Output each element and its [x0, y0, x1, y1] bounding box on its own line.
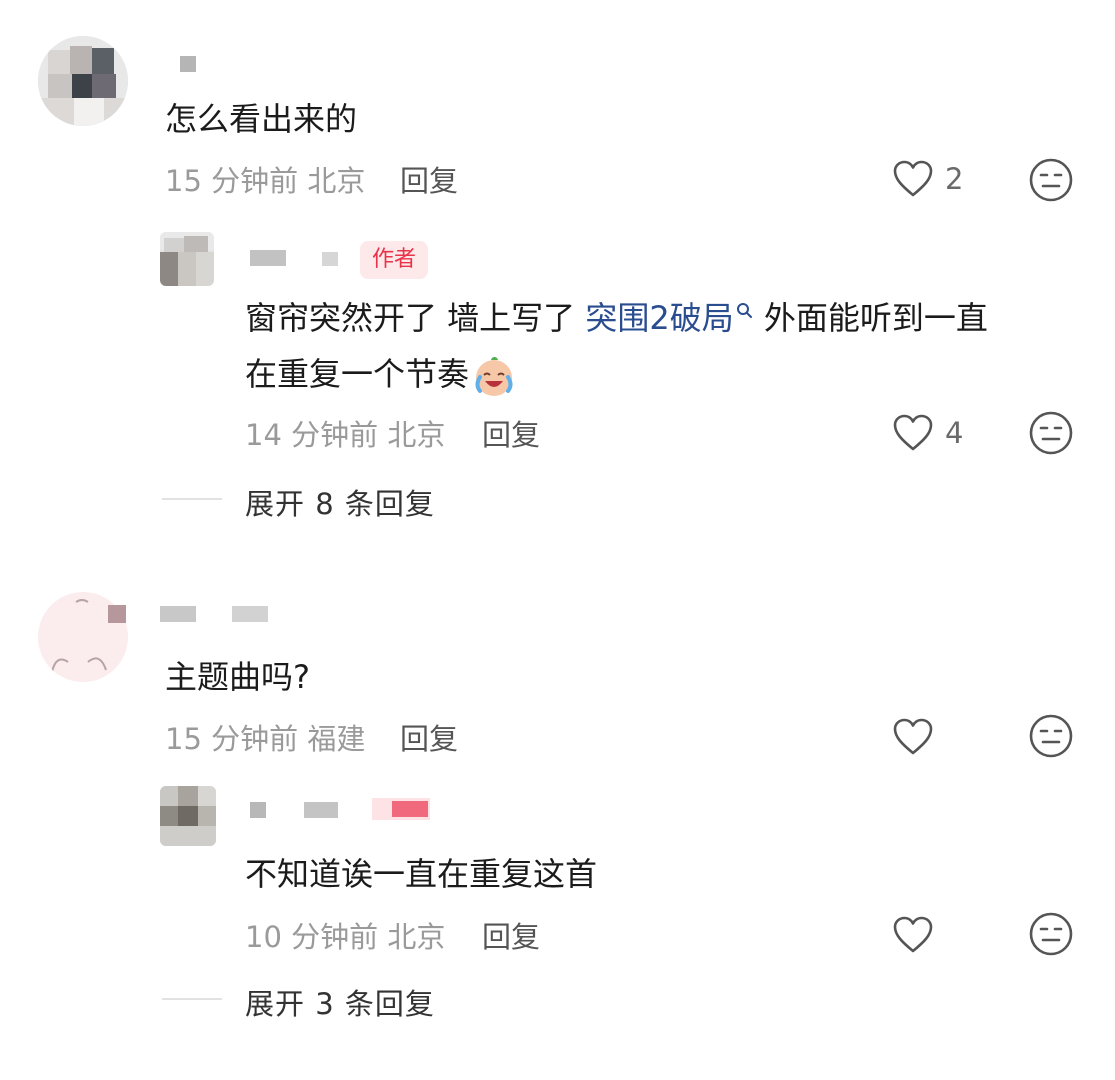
username-part	[232, 606, 268, 622]
expand-divider	[162, 998, 222, 1000]
laughing-crying-emoji	[475, 357, 513, 396]
neutral-face-icon[interactable]	[1028, 713, 1074, 759]
reply-button[interactable]: 回复	[482, 914, 540, 956]
heart-outline-icon[interactable]	[892, 916, 934, 954]
comment-meta: 15 分钟前 北京	[165, 158, 365, 200]
like-count: 4	[945, 416, 964, 450]
reply-meta: 10 分钟前 北京	[245, 914, 445, 956]
comment-location: 福建	[307, 722, 366, 756]
reply-username[interactable]	[250, 802, 266, 818]
neutral-face-icon[interactable]	[1028, 410, 1074, 456]
expand-replies-button[interactable]: 展开 8 条回复	[245, 481, 435, 523]
reply-location: 北京	[387, 920, 446, 954]
neutral-face-icon[interactable]	[1028, 157, 1074, 203]
comment-time: 15 分钟前	[165, 722, 299, 756]
comment-meta: 15 分钟前 福建	[165, 716, 365, 758]
reply-button[interactable]: 回复	[482, 412, 540, 454]
reply-username[interactable]	[250, 250, 286, 266]
search-icon[interactable]	[736, 302, 754, 320]
reply-location: 北京	[387, 418, 446, 452]
username-badge	[108, 605, 126, 623]
comment-location: 北京	[307, 164, 366, 198]
search-link-label[interactable]: 突围2破局	[585, 299, 733, 337]
reply-text-line2: 在重复一个节奏	[245, 352, 517, 399]
reply-text: 不知道诶一直在重复这首	[245, 855, 598, 893]
comment-text: 怎么看出来的	[165, 100, 358, 138]
reply-avatar[interactable]	[160, 232, 214, 286]
comment-time: 15 分钟前	[165, 164, 299, 198]
username[interactable]	[180, 56, 196, 72]
reply-button[interactable]: 回复	[400, 716, 458, 758]
heart-outline-icon[interactable]	[892, 718, 934, 756]
reply-button[interactable]: 回复	[400, 158, 458, 200]
reply-badge-inner	[392, 801, 428, 817]
reply-text-prefix: 窗帘突然开了 墙上写了	[245, 299, 586, 337]
expand-divider	[162, 498, 222, 500]
author-tag: 作者	[360, 241, 429, 279]
reply-time: 10 分钟前	[245, 920, 379, 954]
expand-replies-button[interactable]: 展开 3 条回复	[245, 981, 435, 1023]
avatar[interactable]	[38, 36, 128, 126]
username[interactable]	[160, 606, 196, 622]
heart-outline-icon[interactable]	[892, 414, 934, 452]
neutral-face-icon[interactable]	[1028, 911, 1074, 957]
reply-text-line2-content: 在重复一个节奏	[245, 355, 470, 393]
comment-text: 主题曲吗?	[165, 658, 310, 696]
reply-text-line1: 窗帘突然开了 墙上写了 突围2破局 外面能听到一直	[245, 296, 988, 340]
reply-time: 14 分钟前	[245, 418, 379, 452]
heart-outline-icon[interactable]	[892, 160, 934, 198]
reply-username-part	[322, 252, 338, 266]
reply-meta: 14 分钟前 北京	[245, 412, 445, 454]
search-link[interactable]: 突围2破局	[585, 299, 753, 337]
reply-avatar[interactable]	[160, 786, 216, 846]
reply-username-part	[304, 802, 338, 818]
like-count: 2	[945, 162, 964, 196]
reply-text-suffix: 外面能听到一直	[753, 299, 988, 337]
